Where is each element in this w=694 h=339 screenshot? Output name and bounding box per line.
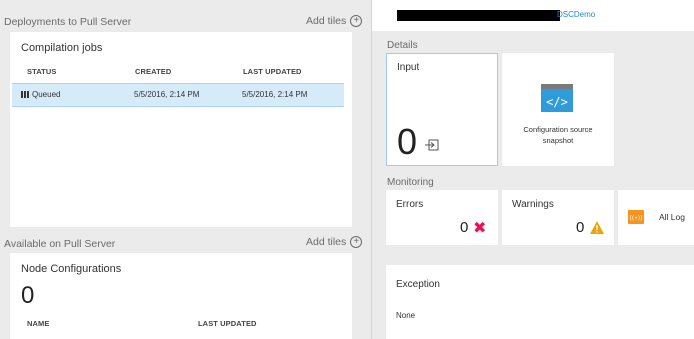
- configuration-snapshot-label: Configuration source snapshot: [523, 125, 593, 145]
- add-tiles-button-available[interactable]: Add tiles +: [306, 236, 363, 248]
- node-configurations-title: Node Configurations: [21, 263, 122, 275]
- details-section-label: Details: [387, 40, 418, 51]
- warnings-tile[interactable]: Warnings 0: [502, 190, 614, 245]
- status-cell: Queued: [21, 90, 60, 99]
- configuration-link[interactable]: DSCDemo: [557, 10, 595, 19]
- node-configurations-count: 0: [21, 282, 35, 309]
- table-row[interactable]: Queued 5/5/2016, 2:14 PM 5/5/2016, 2:14 …: [12, 83, 344, 107]
- input-count: 0: [397, 121, 418, 162]
- status-text: Queued: [32, 90, 61, 99]
- redacted-value: [397, 10, 560, 21]
- warnings-count: 0: [576, 219, 585, 236]
- input-icon: [425, 138, 439, 151]
- column-header-last-updated[interactable]: LAST UPDATED: [198, 319, 257, 328]
- errors-tile-title: Errors: [396, 199, 424, 210]
- add-tiles-label: Add tiles: [306, 15, 347, 27]
- add-tiles-button-deployments[interactable]: Add tiles +: [306, 15, 363, 27]
- svg-text:</>: </>: [546, 95, 568, 109]
- queued-status-icon: [21, 91, 29, 99]
- exception-tile-title: Exception: [396, 279, 440, 290]
- logs-icon: ((•)): [628, 210, 644, 224]
- input-tile[interactable]: Input 0: [386, 53, 498, 166]
- column-header-status[interactable]: STATUS: [27, 67, 57, 76]
- deployments-section-label: Deployments to Pull Server: [4, 16, 132, 28]
- exception-value: None: [396, 311, 416, 320]
- exception-tile[interactable]: Exception None: [386, 265, 694, 339]
- available-section-label: Available on Pull Server: [4, 238, 116, 250]
- compilation-jobs-tile[interactable]: Compilation jobs STATUS CREATED LAST UPD…: [10, 32, 352, 227]
- error-x-icon: ✖: [473, 220, 487, 237]
- add-tiles-label: Add tiles: [306, 236, 347, 248]
- errors-tile[interactable]: Errors 0 ✖: [386, 190, 498, 245]
- compilation-jobs-title: Compilation jobs: [21, 42, 103, 54]
- svg-text:((•)): ((•)): [630, 215, 643, 222]
- warning-triangle-icon: [590, 221, 604, 234]
- node-configurations-tile[interactable]: Node Configurations 0 NAME LAST UPDATED: [10, 253, 352, 339]
- input-tile-title: Input: [397, 62, 420, 73]
- code-icon: </>: [541, 84, 573, 112]
- warnings-tile-title: Warnings: [512, 199, 554, 210]
- all-logs-label: All Log: [659, 212, 685, 222]
- plus-circle-icon: +: [350, 236, 363, 248]
- column-divider: [371, 0, 372, 339]
- column-header-name[interactable]: NAME: [27, 319, 49, 328]
- essentials-bar: ​ DSCDemo: [372, 0, 694, 31]
- created-cell: 5/5/2016, 2:14 PM: [134, 90, 200, 99]
- column-header-created[interactable]: CREATED: [135, 67, 171, 76]
- column-header-last-updated[interactable]: LAST UPDATED: [243, 67, 302, 76]
- configuration-snapshot-tile[interactable]: </> Configuration source snapshot: [502, 53, 614, 166]
- errors-count: 0: [460, 219, 469, 236]
- all-logs-tile[interactable]: ((•)) All Log: [618, 190, 694, 245]
- updated-cell: 5/5/2016, 2:14 PM: [242, 90, 308, 99]
- monitoring-section-label: Monitoring: [387, 177, 434, 188]
- plus-circle-icon: +: [350, 15, 363, 27]
